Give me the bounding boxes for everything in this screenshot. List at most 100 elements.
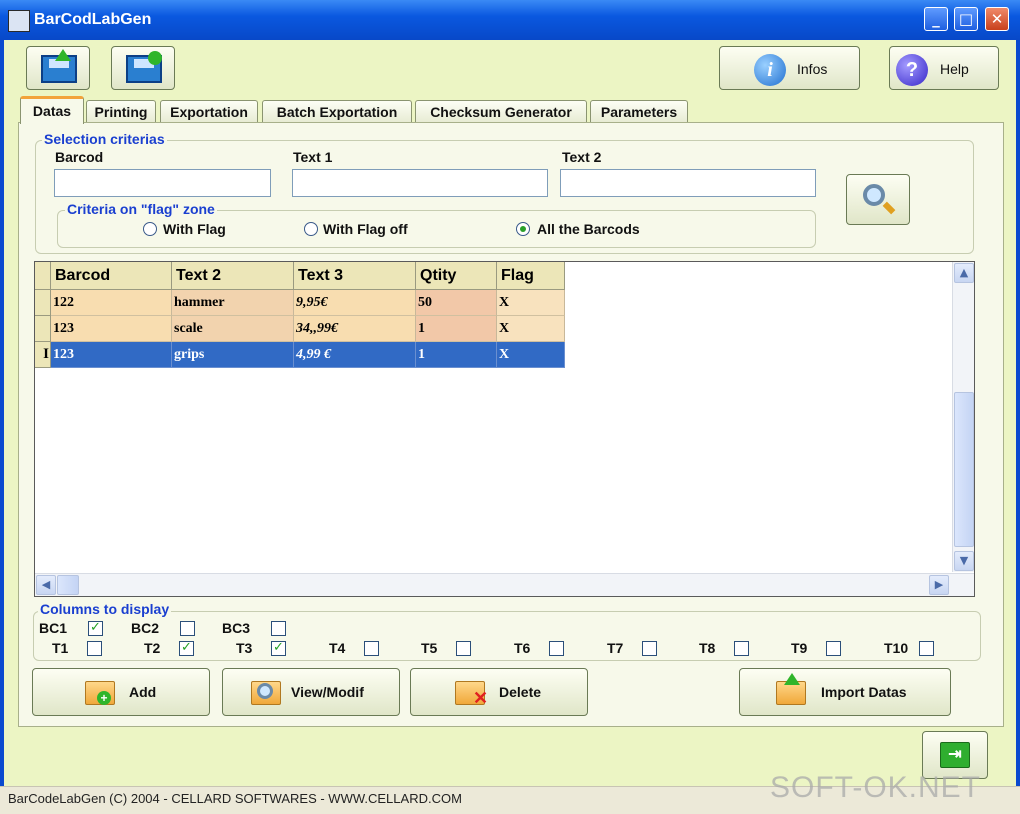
watermark: SOFT-OK.NET bbox=[770, 771, 982, 804]
t10-checkbox[interactable] bbox=[919, 641, 934, 656]
text2-label: Text 2 bbox=[562, 149, 602, 165]
title-bar[interactable]: BarCodLabGen _ □ ✕ bbox=[0, 0, 1020, 40]
text1-input[interactable] bbox=[292, 169, 548, 197]
table-cell[interactable]: 122 bbox=[51, 290, 172, 316]
column-header-text2[interactable]: Text 2 bbox=[172, 262, 294, 290]
save-button[interactable] bbox=[26, 46, 90, 90]
table-cell[interactable]: 9,95€ bbox=[294, 290, 416, 316]
t10-label: T10 bbox=[884, 640, 909, 656]
t4-label: T4 bbox=[329, 640, 346, 656]
scroll-up-button[interactable]: ▲ bbox=[954, 263, 974, 283]
exit-door-icon: ⇥ bbox=[940, 742, 970, 768]
magnifier-icon bbox=[257, 683, 273, 699]
table-cell-selected[interactable]: X bbox=[497, 342, 565, 368]
tab-exportation[interactable]: Exportation bbox=[160, 100, 258, 122]
row-marker[interactable]: I bbox=[35, 342, 51, 368]
columns-display-title: Columns to display bbox=[38, 601, 172, 617]
t5-label: T5 bbox=[421, 640, 438, 656]
search-button[interactable] bbox=[846, 174, 910, 225]
tab-printing[interactable]: Printing bbox=[86, 100, 156, 122]
t9-checkbox[interactable] bbox=[826, 641, 841, 656]
with-flag-off-label: With Flag off bbox=[323, 221, 408, 237]
delete-label: Delete bbox=[499, 684, 542, 700]
add-label: Add bbox=[129, 684, 157, 700]
table-cell[interactable]: hammer bbox=[172, 290, 294, 316]
tab-batch-exportation[interactable]: Batch Exportation bbox=[262, 100, 412, 122]
column-header-flag[interactable]: Flag bbox=[497, 262, 565, 290]
infos-button[interactable]: i Infos bbox=[719, 46, 860, 90]
scroll-left-button[interactable]: ◀ bbox=[36, 575, 56, 595]
horizontal-scrollbar[interactable]: ◀ ▶ bbox=[35, 573, 974, 596]
infos-label: Infos bbox=[797, 61, 828, 77]
bc3-checkbox[interactable] bbox=[271, 621, 286, 636]
import-datas-button[interactable]: Import Datas bbox=[739, 668, 951, 716]
t6-label: T6 bbox=[514, 640, 531, 656]
data-grid[interactable]: Barcod Text 2 Text 3 Qtity Flag 122 hamm… bbox=[34, 261, 975, 597]
add-button[interactable]: + Add bbox=[32, 668, 210, 716]
tab-datas[interactable]: Datas bbox=[20, 96, 84, 124]
table-cell-selected[interactable]: 4,99 € bbox=[294, 342, 416, 368]
table-cell[interactable]: X bbox=[497, 316, 565, 342]
scroll-down-button[interactable]: ▼ bbox=[954, 551, 974, 571]
t9-label: T9 bbox=[791, 640, 808, 656]
column-header-barcod[interactable]: Barcod bbox=[51, 262, 172, 290]
view-modif-button[interactable]: View/Modif bbox=[222, 668, 400, 716]
tab-parameters[interactable]: Parameters bbox=[590, 100, 688, 122]
all-barcods-radio[interactable] bbox=[516, 222, 530, 236]
table-cell[interactable]: X bbox=[497, 290, 565, 316]
scroll-right-button[interactable]: ▶ bbox=[929, 575, 949, 595]
t3-label: T3 bbox=[236, 640, 253, 656]
with-flag-radio[interactable] bbox=[143, 222, 157, 236]
help-label: Help bbox=[940, 61, 969, 77]
bc2-checkbox[interactable] bbox=[180, 621, 195, 636]
t7-checkbox[interactable] bbox=[642, 641, 657, 656]
column-header-qtity[interactable]: Qtity bbox=[416, 262, 497, 290]
t5-checkbox[interactable] bbox=[456, 641, 471, 656]
selection-criterias-title: Selection criterias bbox=[42, 131, 167, 147]
tab-checksum-generator[interactable]: Checksum Generator bbox=[415, 100, 587, 122]
text1-label: Text 1 bbox=[293, 149, 333, 165]
with-flag-label: With Flag bbox=[163, 221, 226, 237]
load-button[interactable] bbox=[111, 46, 175, 90]
table-cell[interactable]: 50 bbox=[416, 290, 497, 316]
vertical-scrollbar[interactable]: ▲ ▼ bbox=[952, 262, 974, 572]
flag-zone-title: Criteria on "flag" zone bbox=[65, 201, 217, 217]
status-text: BarCodeLabGen (C) 2004 - CELLARD SOFTWAR… bbox=[8, 791, 462, 806]
t6-checkbox[interactable] bbox=[549, 641, 564, 656]
row-header[interactable] bbox=[35, 316, 51, 342]
bc2-label: BC2 bbox=[131, 620, 160, 636]
maximize-button[interactable]: □ bbox=[954, 7, 978, 31]
t3-checkbox[interactable]: ✓ bbox=[271, 641, 286, 656]
table-cell[interactable]: scale bbox=[172, 316, 294, 342]
vertical-scroll-thumb[interactable] bbox=[954, 392, 974, 547]
bc1-label: BC1 bbox=[39, 620, 68, 636]
table-cell-selected[interactable]: 1 bbox=[416, 342, 497, 368]
barcod-label: Barcod bbox=[55, 149, 104, 165]
column-header-text3[interactable]: Text 3 bbox=[294, 262, 416, 290]
info-icon: i bbox=[754, 54, 786, 86]
bc1-checkbox[interactable]: ✓ bbox=[88, 621, 103, 636]
table-cell[interactable]: 1 bbox=[416, 316, 497, 342]
barcod-input[interactable] bbox=[54, 169, 271, 197]
delete-button[interactable]: ✕ Delete bbox=[410, 668, 588, 716]
grid-corner bbox=[35, 262, 51, 290]
table-cell[interactable]: 34,,99€ bbox=[294, 316, 416, 342]
row-header[interactable] bbox=[35, 290, 51, 316]
minimize-button[interactable]: _ bbox=[924, 7, 948, 31]
arrow-up-icon bbox=[784, 673, 800, 685]
text2-input[interactable] bbox=[560, 169, 816, 197]
t8-checkbox[interactable] bbox=[734, 641, 749, 656]
help-button[interactable]: ? Help bbox=[889, 46, 999, 90]
table-cell-selected[interactable]: 123 bbox=[51, 342, 172, 368]
t1-checkbox[interactable] bbox=[87, 641, 102, 656]
t2-checkbox[interactable]: ✓ bbox=[179, 641, 194, 656]
t1-label: T1 bbox=[52, 640, 69, 656]
horizontal-scroll-thumb[interactable] bbox=[57, 575, 79, 595]
with-flag-off-radio[interactable] bbox=[304, 222, 318, 236]
all-barcods-label: All the Barcods bbox=[537, 221, 640, 237]
t2-label: T2 bbox=[144, 640, 161, 656]
table-cell[interactable]: 123 bbox=[51, 316, 172, 342]
t4-checkbox[interactable] bbox=[364, 641, 379, 656]
close-button[interactable]: ✕ bbox=[985, 7, 1009, 31]
table-cell-selected[interactable]: grips bbox=[172, 342, 294, 368]
